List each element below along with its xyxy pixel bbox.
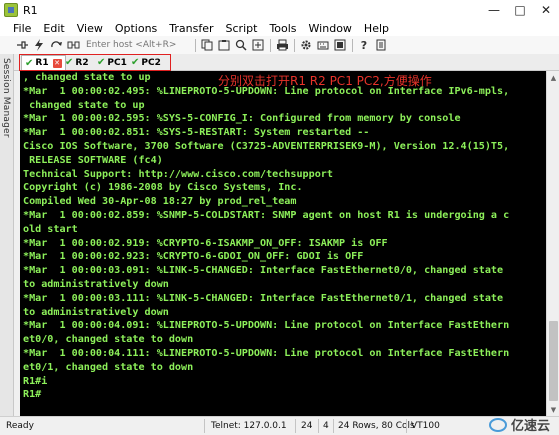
terminal-dimensions: 24 Rows, 80 Cols bbox=[338, 421, 415, 431]
watermark-logo-icon bbox=[489, 417, 507, 432]
terminal-line: *Mar 1 00:00:04.091: %LINEPROTO-5-UPDOWN… bbox=[23, 320, 510, 332]
terminal-line: *Mar 1 00:00:03.091: %LINK-5-CHANGED: In… bbox=[23, 265, 504, 277]
settings-icon[interactable] bbox=[298, 38, 314, 52]
lightning-icon[interactable] bbox=[31, 38, 47, 52]
tab-highlight-box bbox=[19, 54, 171, 71]
terminal-line: Copyright (c) 1986-2008 by Cisco Systems… bbox=[23, 182, 303, 194]
terminal-line: old start bbox=[23, 223, 78, 235]
terminal-line: R1# bbox=[23, 389, 42, 401]
app-logo-icon bbox=[4, 3, 18, 17]
toolbar-divider bbox=[294, 38, 295, 52]
terminal-line: et0/1, changed state to down bbox=[23, 361, 194, 373]
transfer-icon[interactable] bbox=[250, 38, 266, 52]
terminal-line: *Mar 1 00:00:02.919: %CRYPTO-6-ISAKMP_ON… bbox=[23, 237, 388, 249]
menu-script[interactable]: Script bbox=[220, 22, 264, 35]
menu-view[interactable]: View bbox=[71, 22, 109, 35]
paste-icon[interactable] bbox=[216, 38, 232, 52]
extra-icon[interactable] bbox=[373, 38, 389, 52]
menu-bar: File Edit View Options Transfer Script T… bbox=[0, 20, 559, 36]
print-icon[interactable] bbox=[274, 38, 290, 52]
cursor-row: 24 bbox=[301, 421, 313, 431]
terminal-line: *Mar 1 00:00:02.851: %SYS-5-RESTART: Sys… bbox=[23, 127, 370, 139]
close-button[interactable]: ✕ bbox=[533, 0, 559, 20]
terminal-line: et0/0, changed state to down bbox=[23, 334, 194, 346]
toolbar-divider bbox=[270, 38, 271, 52]
terminal-line: Cisco IOS Software, 3700 Software (C3725… bbox=[23, 140, 510, 152]
help-icon[interactable]: ? bbox=[356, 38, 372, 52]
menu-transfer[interactable]: Transfer bbox=[163, 22, 219, 35]
cursor-column: 4 bbox=[323, 421, 329, 431]
menu-edit[interactable]: Edit bbox=[37, 22, 70, 35]
terminal-line: *Mar 1 00:00:02.859: %SNMP-5-COLDSTART: … bbox=[23, 209, 510, 221]
terminal-line: changed state to up bbox=[23, 99, 145, 111]
watermark: 亿速云 bbox=[489, 415, 550, 434]
copy-icon[interactable] bbox=[199, 38, 215, 52]
minimize-button[interactable]: — bbox=[481, 0, 507, 20]
reconnect-icon[interactable] bbox=[48, 38, 64, 52]
host-input[interactable] bbox=[86, 38, 186, 52]
toolbar: ? bbox=[0, 36, 559, 54]
watermark-text: 亿速云 bbox=[511, 419, 551, 434]
terminal-line: *Mar 1 00:00:03.111: %LINK-5-CHANGED: In… bbox=[23, 292, 504, 304]
terminal-line: to administratively down bbox=[23, 306, 169, 318]
terminal-output[interactable]: , changed state to up *Mar 1 00:00:02.49… bbox=[20, 71, 546, 416]
terminal-scrollbar[interactable]: ▲ ▼ bbox=[546, 71, 559, 416]
session-tab-bar: ✔ R1 ✕ ✔ R2 ✔ PC1 ✔ PC2 bbox=[14, 54, 559, 71]
menu-options[interactable]: Options bbox=[109, 22, 163, 35]
window-controls: — □ ✕ bbox=[481, 0, 559, 20]
session-manager-label: Session Manager bbox=[1, 58, 11, 138]
terminal-line: to administratively down bbox=[23, 278, 169, 290]
session-manager-panel[interactable]: Session Manager bbox=[0, 54, 14, 416]
terminal-line: *Mar 1 00:00:02.923: %CRYPTO-6-GDOI_ON_O… bbox=[23, 251, 364, 263]
terminal-line: *Mar 1 00:00:04.111: %LINEPROTO-5-UPDOWN… bbox=[23, 347, 510, 359]
menu-window[interactable]: Window bbox=[303, 22, 358, 35]
toolbar-divider bbox=[195, 38, 196, 52]
connection-info: Telnet: 127.0.0.1 bbox=[211, 421, 287, 431]
menu-file[interactable]: File bbox=[0, 22, 37, 35]
status-divider bbox=[406, 419, 407, 433]
title-bar[interactable]: R1 — □ ✕ bbox=[0, 0, 559, 20]
terminal-line: Compiled Wed 30-Apr-08 18:27 by prod_rel… bbox=[23, 196, 297, 208]
terminal-line: *Mar 1 00:00:02.595: %SYS-5-CONFIG_I: Co… bbox=[23, 113, 461, 125]
annotation-text: 分别双击打开R1 R2 PC1 PC2,方便操作 bbox=[218, 74, 432, 88]
terminal-type: VT100 bbox=[411, 421, 440, 431]
terminal-line: RELEASE SOFTWARE (fc4) bbox=[23, 154, 163, 166]
status-bar: Ready Telnet: 127.0.0.1 24 4 24 Rows, 80… bbox=[0, 416, 559, 435]
terminal-line: R1#i bbox=[23, 375, 48, 387]
find-icon[interactable] bbox=[233, 38, 249, 52]
disconnect-icon[interactable] bbox=[65, 38, 81, 52]
menu-tools[interactable]: Tools bbox=[263, 22, 302, 35]
scroll-thumb[interactable] bbox=[549, 321, 558, 401]
toolbar-divider bbox=[352, 38, 353, 52]
status-divider bbox=[295, 419, 296, 433]
connect-icon[interactable] bbox=[14, 38, 30, 52]
window-title: R1 bbox=[23, 3, 38, 17]
terminal-line: Technical Support: http://www.cisco.com/… bbox=[23, 168, 333, 180]
status-divider bbox=[318, 419, 319, 433]
status-text: Ready bbox=[6, 421, 34, 431]
sftp-icon[interactable] bbox=[332, 38, 348, 52]
status-divider bbox=[204, 419, 205, 433]
status-divider bbox=[333, 419, 334, 433]
scroll-up-icon[interactable]: ▲ bbox=[547, 71, 559, 84]
maximize-button[interactable]: □ bbox=[507, 0, 533, 20]
menu-help[interactable]: Help bbox=[358, 22, 395, 35]
keymap-icon[interactable] bbox=[315, 38, 331, 52]
app-window: R1 — □ ✕ File Edit View Options Transfer… bbox=[0, 0, 559, 435]
